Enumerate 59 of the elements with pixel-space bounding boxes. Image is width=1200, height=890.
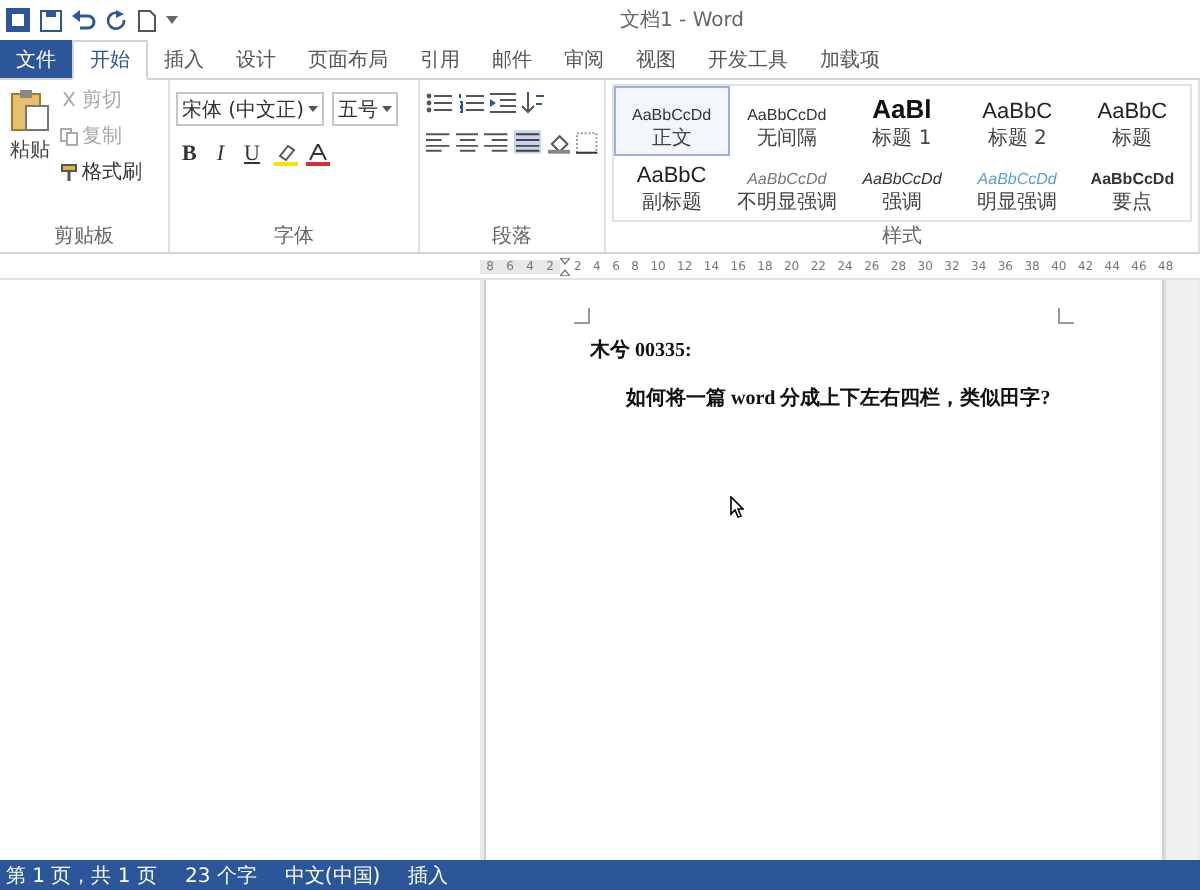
font-name-dropdown[interactable]: 宋体 (中文正) xyxy=(176,92,324,126)
paste-button[interactable]: 粘贴 xyxy=(6,84,54,168)
group-label: 字体 xyxy=(272,223,316,250)
format-button[interactable]: U xyxy=(238,142,266,166)
document-paragraph: 如何将一篇 word 分成上下左右四栏，类似田字? xyxy=(623,384,1053,412)
style-item[interactable]: AaBbC 标题 xyxy=(1074,86,1190,156)
caret-icon[interactable] xyxy=(166,16,178,24)
borders-icon[interactable] xyxy=(576,131,598,153)
word-logo-icon xyxy=(6,8,30,32)
style-item[interactable]: AaBl 标题 1 xyxy=(844,86,960,156)
mouse-pointer-icon xyxy=(730,496,744,518)
justify-icon[interactable] xyxy=(514,130,542,154)
scissors-icon xyxy=(60,91,78,109)
font-size-dropdown[interactable]: 五号 xyxy=(331,92,398,126)
caret-icon xyxy=(307,106,318,112)
indent-marker-icon[interactable] xyxy=(560,257,570,275)
copy-icon xyxy=(60,127,78,145)
style-item[interactable]: AaBbCcDd 强调 xyxy=(844,156,960,220)
margin-corner-icon xyxy=(1058,308,1074,324)
status-item[interactable]: 中文(中国) xyxy=(284,861,381,889)
style-item[interactable]: AaBbCcDd 正文 xyxy=(614,86,730,156)
document-paragraph: 木兮 00335: xyxy=(590,337,694,364)
format-button[interactable]: I xyxy=(210,142,231,166)
indent-icon[interactable] xyxy=(490,92,516,114)
style-item[interactable]: AaBbCcDd 明显强调 xyxy=(959,156,1075,220)
group-label: 段落 xyxy=(490,223,534,250)
font-color-icon[interactable] xyxy=(305,143,330,165)
status-item[interactable]: 23 个字 xyxy=(184,861,257,889)
clipboard-command[interactable]: 格式刷 xyxy=(58,156,144,188)
style-item[interactable]: AaBbCcDd 无间隔 xyxy=(729,86,845,156)
status-item[interactable]: 插入 xyxy=(408,861,449,889)
save-icon[interactable] xyxy=(40,9,62,31)
group-label: 剪贴板 xyxy=(52,223,116,250)
align-left-icon[interactable] xyxy=(426,132,450,152)
style-item[interactable]: AaBbCcDd 要点 xyxy=(1074,156,1190,220)
paintbrush-icon xyxy=(60,163,78,181)
shading-icon[interactable] xyxy=(547,131,571,153)
vertical-scrollbar[interactable] xyxy=(1164,280,1198,860)
sort-icon[interactable] xyxy=(522,92,544,114)
clipboard-icon xyxy=(10,88,50,132)
align-right-icon[interactable] xyxy=(484,132,509,152)
bullet-list-icon[interactable] xyxy=(426,92,452,114)
highlight-icon[interactable] xyxy=(273,143,298,165)
margin-corner-icon xyxy=(574,308,590,324)
style-item[interactable]: AaBbCcDd 不明显强调 xyxy=(729,156,845,220)
numbered-list-icon[interactable] xyxy=(458,92,484,114)
ribbon-tab[interactable]: 开始 xyxy=(72,40,148,80)
style-item[interactable]: AaBbC 标题 2 xyxy=(959,86,1075,156)
style-item[interactable]: AaBbC 副标题 xyxy=(614,156,730,220)
format-button[interactable]: B xyxy=(176,142,203,166)
window-title: 文档1 - Word xyxy=(620,7,745,34)
undo-icon[interactable] xyxy=(72,9,96,31)
align-center-icon[interactable] xyxy=(455,132,479,152)
caret-icon xyxy=(381,106,392,112)
status-item[interactable]: 第 1 页，共 1 页 xyxy=(6,861,157,889)
group-label: 样式 xyxy=(880,223,924,250)
redo-icon[interactable] xyxy=(106,9,128,31)
new-document-icon[interactable] xyxy=(138,9,156,31)
file-tab[interactable]: 文件 xyxy=(0,40,72,78)
